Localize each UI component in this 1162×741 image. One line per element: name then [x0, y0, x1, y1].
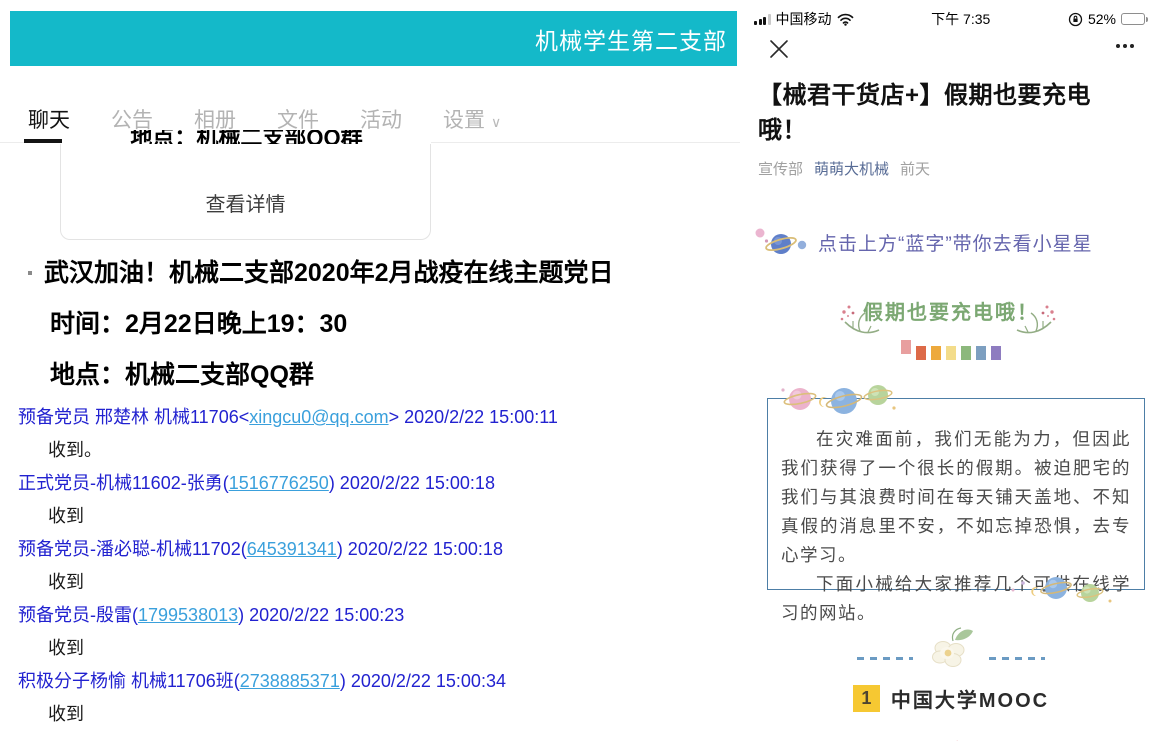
battery-icon — [1121, 13, 1148, 25]
lead-line: 点击上方“蓝字”带你去看小星星 — [752, 224, 1093, 260]
sender-name: 预备党员-潘必聪-机械11702( — [18, 539, 247, 559]
message-body: 收到 — [18, 698, 728, 731]
flower-divider — [740, 626, 1162, 670]
message-header: 预备党员 邢楚林 机械11706<xingcu0@qq.com> 2020/2/… — [18, 401, 728, 434]
mooc-label: 中国大学MOOC — [891, 684, 1049, 713]
intro-paragraph-1: 在灾难面前，我们无能为力，但因此我们获得了一个很长的假期。被迫肥宅的我们与其浪费… — [781, 425, 1131, 570]
message-timestamp: ) 2020/2/22 15:00:18 — [337, 539, 503, 559]
color-square — [991, 346, 1001, 360]
flower-icon — [925, 626, 977, 670]
battery-percent-label: 52% — [1088, 11, 1116, 27]
close-icon[interactable] — [768, 38, 790, 60]
color-square — [976, 346, 986, 360]
planet-icon — [752, 224, 810, 260]
announcement-line3: 地点：机械二支部QQ群 — [50, 359, 728, 391]
message-timestamp: ) 2020/2/22 15:00:23 — [238, 605, 404, 625]
more-options-icon[interactable] — [1116, 44, 1134, 48]
tab-announce[interactable]: 公告 — [111, 104, 153, 134]
message-body: 收到 — [18, 500, 728, 533]
screen: 机械学生第二支部 聊天 公告 相册 文件 活动 设置∨ 地点：机械二支部QQ群 … — [0, 0, 1162, 741]
sender-link[interactable]: 645391341 — [247, 539, 337, 559]
article-title: 【械君干货店+】假期也要充电哦！ — [758, 78, 1130, 148]
mooc-heading: 1 中国大学MOOC — [740, 684, 1162, 713]
announcement-line2: 时间：2月22日晚上19：30 — [50, 308, 728, 340]
sender-name: 预备党员-殷雷( — [18, 605, 138, 625]
message-body: 收到。 — [18, 434, 728, 467]
message-header: 积极分子杨愉 机械11706班(2738885371) 2020/2/22 15… — [18, 665, 728, 698]
group-title: 机械学生第二支部 — [535, 22, 727, 56]
tab-settings[interactable]: 设置 ∨ — [443, 104, 501, 134]
color-square — [901, 340, 911, 354]
status-bar: 中国移动 下午 7:35 52% — [754, 8, 1148, 30]
dashed-line — [989, 657, 1045, 660]
message-header: 正式党员-机械11602-张勇(1516776250) 2020/2/22 15… — [18, 467, 728, 500]
floral-sprig-icon — [1016, 300, 1058, 340]
author-dept: 宣传部 — [758, 158, 803, 179]
signal-bars-icon — [754, 14, 771, 25]
tab-settings-label: 设置 — [443, 109, 485, 132]
publish-date: 前天 — [900, 158, 930, 179]
chevron-down-icon: ∨ — [491, 114, 501, 130]
message-body: 收到 — [18, 566, 728, 599]
message-timestamp: ) 2020/2/22 15:00:18 — [329, 473, 495, 493]
sender-link[interactable]: 1799538013 — [138, 605, 238, 625]
tab-album[interactable]: 相册 — [194, 104, 236, 134]
tab-chat[interactable]: 聊天 — [28, 104, 70, 134]
orientation-lock-icon — [1068, 12, 1083, 27]
message-list: 预备党员 邢楚林 机械11706<xingcu0@qq.com> 2020/2/… — [18, 401, 728, 731]
section-heading-green: 假期也要充电哦！ — [740, 296, 1162, 325]
message-item: 预备党员 邢楚林 机械11706<xingcu0@qq.com> 2020/2/… — [18, 401, 728, 467]
message-item: 正式党员-机械11602-张勇(1516776250) 2020/2/22 15… — [18, 467, 728, 533]
message-item: 积极分子杨愉 机械11706班(2738885371) 2020/2/22 15… — [18, 665, 728, 731]
message-header: 预备党员-殷雷(1799538013) 2020/2/22 15:00:23 — [18, 599, 728, 632]
dashed-line — [857, 657, 913, 660]
number-badge: 1 — [853, 685, 880, 712]
planets-decoration-icon — [780, 382, 898, 420]
announcement-line1: 武汉加油！机械二支部2020年2月战疫在线主题党日 — [44, 257, 614, 289]
carrier-label: 中国移动 — [776, 9, 832, 29]
announcement-card: 查看详情 — [60, 144, 431, 240]
wifi-icon — [837, 13, 854, 26]
clock-label: 下午 7:35 — [854, 9, 1068, 29]
group-header: 机械学生第二支部 — [10, 11, 737, 66]
announcement-text: 武汉加油！机械二支部2020年2月战疫在线主题党日 时间：2月22日晚上19：3… — [28, 257, 728, 391]
message-header: 预备党员-潘必聪-机械11702(645391341) 2020/2/22 15… — [18, 533, 728, 566]
message-timestamp: ) 2020/2/22 15:00:34 — [340, 671, 506, 691]
planets-decoration-icon — [1010, 574, 1120, 606]
tab-activity[interactable]: 活动 — [360, 104, 402, 134]
color-square — [946, 346, 956, 360]
color-square — [931, 346, 941, 360]
tab-files[interactable]: 文件 — [277, 104, 319, 134]
message-timestamp: > 2020/2/22 15:00:11 — [389, 407, 558, 427]
lead-text[interactable]: 点击上方“蓝字”带你去看小星星 — [818, 229, 1093, 256]
floral-sprig-icon — [838, 300, 880, 340]
account-link[interactable]: 萌萌大机械 — [814, 158, 889, 179]
sender-name: 正式党员-机械11602-张勇( — [18, 473, 229, 493]
pink-underline-decoration — [892, 733, 958, 741]
color-squares-divider — [740, 346, 1162, 360]
sender-link[interactable]: xingcu0@qq.com — [249, 407, 388, 427]
color-square — [961, 346, 971, 360]
sender-name: 积极分子杨愉 机械11706班( — [18, 671, 240, 691]
view-detail-button[interactable]: 查看详情 — [206, 188, 286, 217]
intro-text-box: 在灾难面前，我们无能为力，但因此我们获得了一个很长的假期。被迫肥宅的我们与其浪费… — [767, 398, 1145, 590]
phone-panel: 中国移动 下午 7:35 52% — [740, 0, 1162, 741]
bullet-icon — [28, 271, 32, 275]
article-byline: 宣传部 萌萌大机械 前天 — [758, 158, 930, 179]
color-square — [916, 346, 926, 360]
message-body: 收到 — [18, 632, 728, 665]
sender-link[interactable]: 1516776250 — [229, 473, 329, 493]
sender-name: 预备党员 邢楚林 机械11706< — [18, 407, 249, 427]
message-item: 预备党员-潘必聪-机械11702(645391341) 2020/2/22 15… — [18, 533, 728, 599]
message-item: 预备党员-殷雷(1799538013) 2020/2/22 15:00:23 收… — [18, 599, 728, 665]
sender-link[interactable]: 2738885371 — [240, 671, 340, 691]
